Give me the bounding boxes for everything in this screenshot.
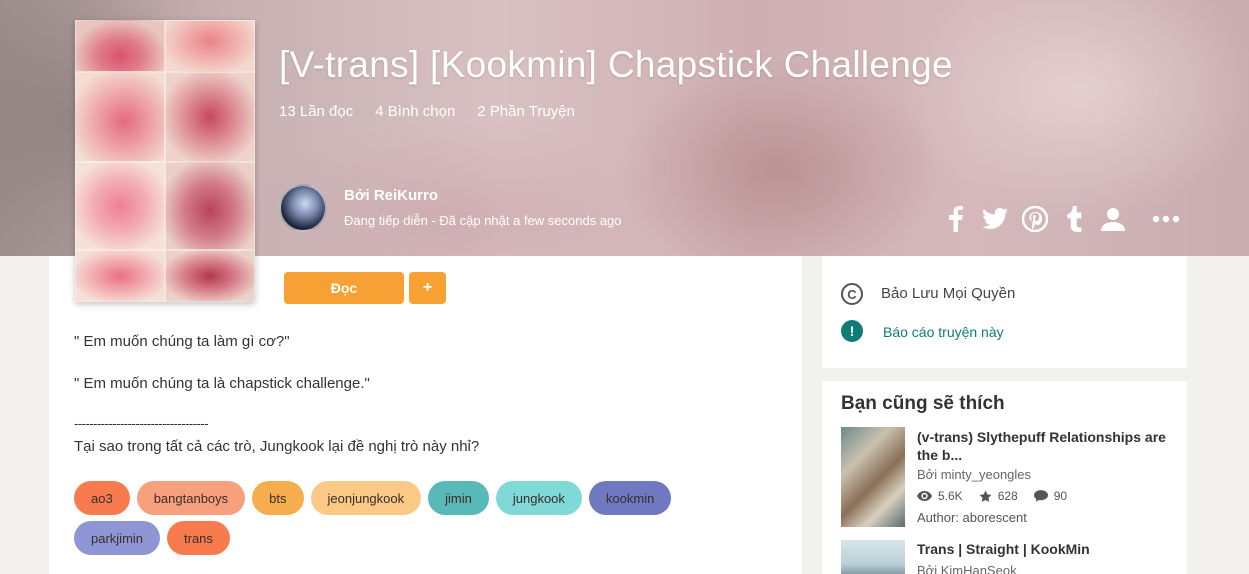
comment-icon (1033, 490, 1048, 502)
story-cover-image[interactable] (75, 20, 255, 302)
recommendation-cover[interactable] (841, 427, 905, 527)
recommendation-cover[interactable] (841, 540, 905, 574)
recommendation-note: Author: aborescent (917, 510, 1027, 525)
author-name[interactable]: Bởi ReiKurro (344, 187, 438, 204)
report-story-link[interactable]: Báo cáo truyện này (883, 324, 1004, 340)
author-avatar[interactable] (279, 184, 327, 232)
description-line: Tại sao trong tất cả các trò, Jungkook l… (74, 438, 480, 455)
read-button[interactable]: Đọc (284, 272, 404, 304)
add-to-list-button[interactable]: + (409, 272, 446, 304)
votes-count: 4 Bình chọn (375, 103, 456, 120)
facebook-icon[interactable] (941, 205, 971, 233)
comments-count: 90 (1053, 489, 1068, 503)
tag-jimin[interactable]: jimin (428, 481, 489, 515)
report-icon: ! (841, 320, 863, 342)
tag-bts[interactable]: bts (252, 481, 304, 515)
pinterest-icon[interactable] (1020, 205, 1050, 233)
parts-count: 2 Phần Truyện (477, 103, 575, 120)
recommendation-title[interactable]: Trans | Straight | KookMin (917, 541, 1090, 557)
recommendations-heading: Bạn cũng sẽ thích (841, 393, 1005, 414)
tag-bangtanboys[interactable]: bangtanboys (136, 481, 246, 515)
copyright-icon: C (841, 283, 863, 305)
tag-parkjimin[interactable]: parkjimin (74, 521, 161, 555)
twitter-icon[interactable] (980, 205, 1010, 233)
reads-count: 5.6K (938, 489, 963, 503)
tag-list: ao3 bangtanboys bts jeonjungkook jimin j… (74, 481, 694, 555)
story-stats: 13 Lần đọc 4 Bình chọn 2 Phần Truyện (279, 103, 575, 120)
tag-trans[interactable]: trans (167, 521, 230, 555)
recommendation-author[interactable]: Bởi KimHanSeok (917, 563, 1017, 574)
recommendation-title[interactable]: (v-trans) Slythepuff Relationships are t… (917, 428, 1167, 464)
tag-ao3[interactable]: ao3 (74, 481, 130, 515)
recommendation-author[interactable]: Bởi minty_yeongles (917, 467, 1031, 482)
star-icon (979, 490, 992, 502)
story-status: Đang tiếp diễn - Đã cập nhật a few secon… (344, 213, 622, 228)
copyright-text: Bảo Lưu Mọi Quyền (881, 285, 1016, 302)
description-line: " Em muốn chúng ta làm gì cơ?" (74, 333, 290, 350)
votes-count: 628 (997, 489, 1018, 503)
profile-icon[interactable] (1098, 205, 1128, 233)
story-rights-card (822, 256, 1187, 368)
description-divider: ----------------------------------- (74, 416, 209, 431)
tag-jungkook[interactable]: jungkook (495, 481, 582, 515)
tag-jeonjungkook[interactable]: jeonjungkook (310, 481, 422, 515)
recommendation-stats: 5.6K 628 90 (917, 489, 1067, 503)
more-icon[interactable] (1151, 205, 1181, 233)
reads-count: 13 Lần đọc (279, 103, 354, 120)
tumblr-icon[interactable] (1059, 205, 1089, 233)
description-line: " Em muốn chúng ta là chapstick challeng… (74, 375, 370, 392)
tag-kookmin[interactable]: kookmin (588, 481, 672, 515)
story-title: [V-trans] [Kookmin] Chapstick Challenge (279, 44, 953, 85)
eye-icon (917, 491, 932, 501)
